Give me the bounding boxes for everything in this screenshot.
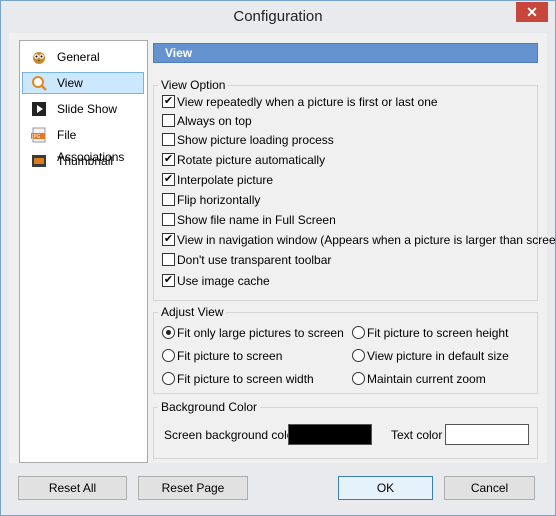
radio-circle[interactable] [162, 349, 175, 362]
checkbox-box[interactable] [162, 114, 175, 127]
text-color-swatch[interactable] [445, 424, 529, 445]
checkbox-box[interactable]: ✔ [162, 233, 175, 246]
radio-label: Fit picture to screen [177, 349, 283, 363]
window-title: Configuration [233, 8, 323, 25]
radio-label: Fit picture to screen width [177, 372, 314, 386]
screen-background-label: Screen background color [164, 428, 298, 442]
svg-text:JPG: JPG [31, 134, 40, 140]
checkbox-box[interactable]: ✔ [162, 153, 175, 166]
sidebar: General View Slide Show JPG File Associa… [19, 40, 148, 463]
radio-circle[interactable] [352, 349, 365, 362]
background-color-group: Background Color Screen background color… [153, 400, 538, 459]
sidebar-item-label: Thumbnail [57, 154, 114, 168]
checkbox-label: Show picture loading process [177, 133, 334, 147]
radio-circle[interactable] [162, 372, 175, 385]
close-icon: ✕ [526, 4, 538, 20]
checkbox-label: View repeatedly when a picture is first … [177, 95, 438, 109]
reset-page-button[interactable]: Reset Page [138, 476, 248, 500]
checkbox-box[interactable] [162, 193, 175, 206]
checkbox-label: Rotate picture automatically [177, 153, 326, 167]
radio-label: Maintain current zoom [367, 372, 486, 386]
group-title: View Option [158, 78, 229, 92]
sidebar-item-label: View [57, 76, 83, 90]
jpg-file-icon: JPG [31, 127, 46, 143]
checkbox-label: Flip horizontally [177, 193, 261, 207]
owl-icon [33, 52, 45, 64]
group-title: Adjust View [158, 305, 227, 319]
checkbox-label: View in navigation window (Appears when … [177, 233, 556, 247]
configuration-window: Configuration ✕ General View Slide Show … [0, 0, 556, 516]
radio-label: View picture in default size [367, 349, 509, 363]
sidebar-item-general[interactable]: General [22, 46, 144, 68]
adjust-view-group: Adjust View Fit only large pictures to s… [153, 305, 538, 394]
text-color-label: Text color [391, 428, 443, 442]
close-button[interactable]: ✕ [516, 2, 548, 22]
sidebar-item-view[interactable]: View [22, 72, 144, 94]
checkbox-label: Use image cache [177, 274, 270, 288]
checkbox-box[interactable]: ✔ [162, 95, 175, 108]
checkbox-box[interactable] [162, 213, 175, 226]
checkbox-box[interactable]: ✔ [162, 173, 175, 186]
radio-circle[interactable] [352, 326, 365, 339]
radio-circle[interactable] [162, 326, 175, 339]
group-title: Background Color [158, 400, 261, 414]
title-bar[interactable]: Configuration ✕ [1, 1, 555, 33]
play-icon [32, 102, 46, 116]
sidebar-item-slide-show[interactable]: Slide Show [22, 98, 144, 120]
checkbox-label: Don't use transparent toolbar [177, 253, 332, 267]
magnifier-icon [32, 76, 47, 91]
checkbox-label: Show file name in Full Screen [177, 213, 336, 227]
sidebar-item-label: Slide Show [57, 102, 118, 116]
page-header: View [153, 43, 538, 63]
reset-all-button[interactable]: Reset All [18, 476, 127, 500]
filmstrip-icon [32, 155, 46, 167]
cancel-button[interactable]: Cancel [444, 476, 535, 500]
radio-label: Fit only large pictures to screen [177, 326, 344, 340]
checkbox-box[interactable] [162, 133, 175, 146]
radio-circle[interactable] [352, 372, 365, 385]
checkbox-box[interactable]: ✔ [162, 274, 175, 287]
ok-button[interactable]: OK [338, 476, 433, 500]
sidebar-item-thumbnail[interactable]: Thumbnail [22, 150, 144, 172]
screen-background-swatch[interactable] [288, 424, 372, 445]
radio-label: Fit picture to screen height [367, 326, 509, 340]
sidebar-item-label: General [57, 50, 100, 64]
checkbox-box[interactable] [162, 253, 175, 266]
view-option-group: View Option ✔ View repeatedly when a pict… [153, 78, 556, 301]
checkbox-label: Always on top [177, 114, 252, 128]
sidebar-item-file-associations[interactable]: JPG File Associations [22, 124, 144, 164]
checkbox-label: Interpolate picture [177, 173, 274, 187]
page-title: View [165, 46, 193, 60]
content-area: General View Slide Show JPG File Associa… [9, 33, 556, 463]
